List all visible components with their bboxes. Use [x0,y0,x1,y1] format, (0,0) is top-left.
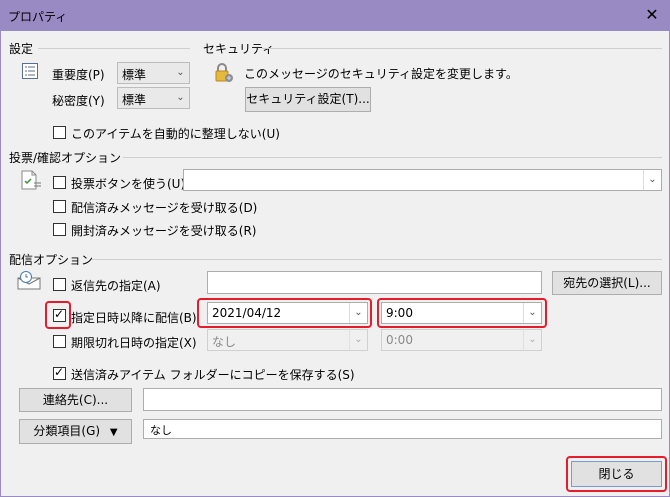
expires-time-picker[interactable]: 0:00 ⌄ [381,329,542,351]
chevron-down-icon: ⌄ [176,67,185,78]
chevron-down-icon: ⌄ [176,92,185,103]
categories-value: なし [150,424,172,437]
voting-buttons-select[interactable]: ⌄ [183,169,662,191]
security-separator [262,48,662,49]
sensitivity-value: 標準 [122,93,147,107]
window-title: プロパティ [8,10,68,24]
voting-section-title: 投票/確認オプション [9,151,122,165]
expires-checkbox[interactable] [53,335,66,348]
contacts-button[interactable]: 連絡先(C)... [19,388,132,412]
delivery-separator [92,259,662,260]
title-bar [0,0,670,31]
chevron-down-icon: ⌄ [349,303,367,323]
importance-select[interactable]: 標準 ⌄ [117,62,190,84]
importance-label: 重要度(P) [52,68,105,82]
sensitivity-select[interactable]: 標準 ⌄ [117,87,190,109]
chevron-down-icon: ⌄ [523,303,541,323]
categories-button[interactable]: 分類項目(G) ▼ [19,419,132,444]
lock-icon [213,62,235,84]
defer-delivery-label: 指定日時以降に配信(B) [71,311,197,325]
save-copy-label: 送信済みアイテム フォルダーにコピーを保存する(S) [71,368,355,382]
categories-field[interactable]: なし [143,419,662,439]
read-receipt-label: 開封済みメッセージを受け取る(R) [71,224,257,238]
delivery-receipt-checkbox[interactable] [53,200,66,213]
select-names-button[interactable]: 宛先の選択(L)... [552,271,662,295]
expires-time-value: 0:00 [386,333,413,347]
expires-date-value: なし [212,335,237,349]
importance-value: 標準 [122,68,147,82]
reply-to-label: 返信先の指定(A) [71,279,161,293]
categories-button-label: 分類項目(G) [33,424,101,438]
expires-label: 期限切れ日時の指定(X) [71,336,197,350]
use-voting-buttons-checkbox[interactable] [53,176,66,189]
chevron-down-icon: ⌄ [523,330,541,350]
defer-delivery-checkbox[interactable] [53,307,66,322]
read-receipt-checkbox[interactable] [53,223,66,236]
chevron-down-icon: ⌄ [349,330,367,350]
contacts-field[interactable] [143,388,662,411]
close-window-button[interactable]: ✕ [640,4,664,26]
settings-separator [38,48,190,49]
close-button[interactable]: 閉じる [571,461,662,487]
security-settings-button[interactable]: セキュリティ設定(T)... [245,87,371,112]
defer-date-picker[interactable]: 2021/04/12 ⌄ [207,302,368,324]
security-description: このメッセージのセキュリティ設定を変更します。 [244,67,518,81]
settings-section-title: 設定 [9,42,34,56]
reply-to-checkbox[interactable] [53,278,66,291]
use-voting-buttons-label: 投票ボタンを使う(U) [71,177,186,191]
sensitivity-label: 秘密度(Y) [52,94,105,108]
save-copy-checkbox[interactable] [53,365,66,380]
triangle-down-icon: ▼ [109,427,118,438]
delivery-section-title: 配信オプション [9,253,94,267]
expires-date-picker[interactable]: なし ⌄ [207,329,368,351]
auto-archive-label: このアイテムを自動的に整理しない(U) [71,127,280,141]
delivery-clock-icon [17,270,43,290]
defer-time-value: 9:00 [386,306,413,320]
voting-separator [123,157,662,158]
delivery-receipt-label: 配信済みメッセージを受け取る(D) [71,201,258,215]
auto-archive-checkbox[interactable] [53,126,66,139]
reply-to-field[interactable] [207,271,542,294]
chevron-down-icon: ⌄ [643,170,661,190]
voting-document-icon [19,169,43,191]
defer-date-value: 2021/04/12 [212,306,282,320]
defer-time-picker[interactable]: 9:00 ⌄ [381,302,542,324]
properties-list-icon [21,62,39,80]
